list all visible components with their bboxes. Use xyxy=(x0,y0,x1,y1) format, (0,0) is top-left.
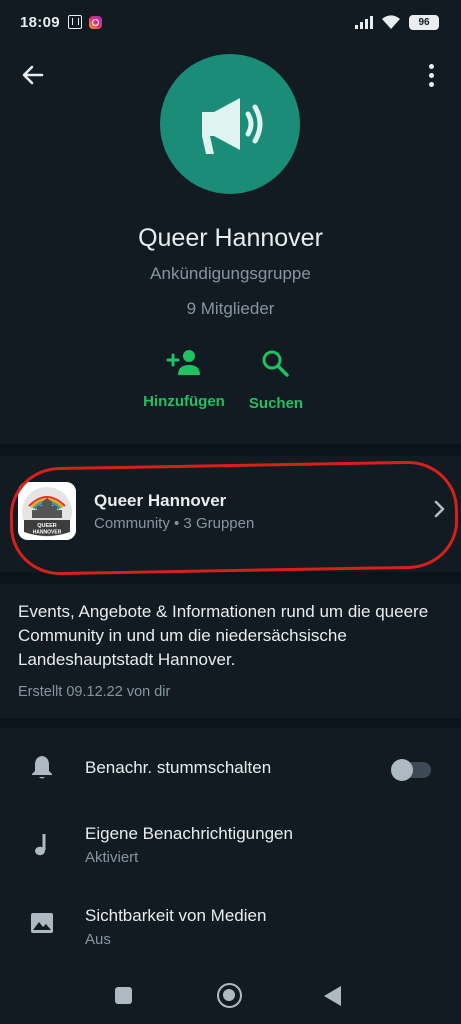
signal-icon xyxy=(355,15,373,29)
megaphone-icon xyxy=(202,98,263,154)
music-note-icon xyxy=(35,834,46,856)
toggle-knob xyxy=(391,759,413,781)
system-back-button[interactable] xyxy=(324,986,341,1006)
group-header: Queer Hannover Ankündigungsgruppe 9 Mitg… xyxy=(0,44,461,444)
system-navigation-bar xyxy=(0,968,461,1024)
add-member-button[interactable]: Hinzufügen xyxy=(138,349,230,410)
add-person-icon xyxy=(166,350,200,375)
custom-notifications-label: Eigene Benachrichtigungen xyxy=(85,824,293,843)
battery-icon: 96 xyxy=(409,14,439,30)
home-button[interactable] xyxy=(217,983,242,1008)
add-member-label: Hinzufügen xyxy=(143,393,225,410)
wifi-icon xyxy=(382,15,400,29)
arrow-left-icon xyxy=(22,65,44,85)
group-description: Events, Angebote & Informationen rund um… xyxy=(18,602,429,669)
group-name: Queer Hannover xyxy=(138,224,323,252)
status-bar: 18:09 96 xyxy=(0,0,461,44)
mute-toggle[interactable] xyxy=(391,759,431,781)
member-count[interactable]: 9 Mitglieder xyxy=(0,299,461,319)
bell-icon xyxy=(32,756,52,779)
highlight-annotation-circle xyxy=(9,460,459,576)
instagram-notification-icon xyxy=(88,15,102,29)
media-visibility-row[interactable]: Sichtbarkeit von Medien Aus xyxy=(0,894,461,964)
recent-apps-button[interactable] xyxy=(115,987,132,1004)
status-time: 18:09 xyxy=(20,13,60,31)
battery-level: 96 xyxy=(418,16,430,28)
media-visibility-label: Sichtbarkeit von Medien xyxy=(85,906,267,925)
custom-notifications-row[interactable]: Eigene Benachrichtigungen Aktiviert xyxy=(0,812,461,882)
mute-notifications-row[interactable]: Benachr. stummschalten xyxy=(0,732,461,802)
nfc-icon xyxy=(67,15,82,29)
search-button[interactable]: Suchen xyxy=(240,349,312,412)
media-visibility-status: Aus xyxy=(85,931,111,948)
community-row[interactable]: QUEER HANNOVER Queer Hannover Community … xyxy=(0,456,461,576)
group-type: Ankündigungsgruppe xyxy=(150,264,311,283)
more-options-icon xyxy=(428,63,434,69)
settings-list: Benachr. stummschalten Eigene Benachrich… xyxy=(0,728,461,968)
image-icon xyxy=(31,913,53,933)
search-icon xyxy=(262,350,289,377)
search-label: Suchen xyxy=(248,395,304,412)
created-info: Erstellt 09.12.22 von dir xyxy=(18,684,171,700)
mute-notifications-label: Benachr. stummschalten xyxy=(85,758,272,777)
group-description-section[interactable]: Events, Angebote & Informationen rund um… xyxy=(0,584,461,718)
group-avatar[interactable] xyxy=(160,54,300,194)
more-options-button[interactable] xyxy=(419,60,443,90)
custom-notifications-status: Aktiviert xyxy=(85,849,139,866)
back-button[interactable] xyxy=(18,60,48,90)
